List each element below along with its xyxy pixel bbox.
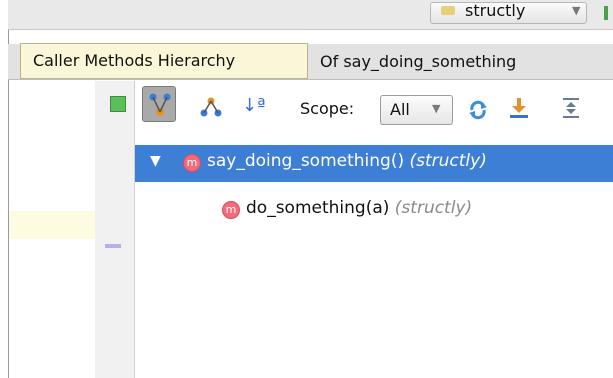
caller-hierarchy-icon <box>149 93 171 116</box>
caller-hierarchy-button[interactable] <box>142 86 176 122</box>
project-combo[interactable]: structly ▼ <box>430 1 587 24</box>
current-line-highlight <box>9 211 95 239</box>
tree-row-label[interactable]: do_something(a) (structly) <box>246 198 472 218</box>
chevron-down-icon: ▼ <box>572 4 581 17</box>
folder-icon <box>441 6 455 15</box>
expand-all-icon[interactable] <box>561 96 581 120</box>
method-context: (structly) <box>394 198 473 218</box>
sort-alphabetically-icon[interactable]: ↓ª <box>242 95 266 116</box>
method-name: do_something(a) <box>246 198 390 218</box>
method-icon: m <box>183 154 201 172</box>
change-marker <box>105 244 121 248</box>
scope-value: All <box>390 100 410 119</box>
method-name: say_doing_something() <box>207 151 405 171</box>
scope-label: Scope: <box>300 99 355 118</box>
method-context: (structly) <box>409 151 487 171</box>
hierarchy-title: Of say_doing_something <box>320 52 517 71</box>
project-combo-value: structly <box>465 1 526 20</box>
method-icon: m <box>222 201 240 219</box>
hierarchy-side-toolbar <box>95 81 135 378</box>
green-square-icon[interactable] <box>110 96 126 112</box>
sort-alphabetically-glyph: ↓ª <box>242 95 266 116</box>
tree-row-label: say_doing_something() (structly) <box>207 151 487 171</box>
scope-select[interactable]: All ▼ <box>380 95 453 125</box>
refresh-icon[interactable] <box>466 98 490 122</box>
chevron-down-icon: ▼ <box>432 102 441 115</box>
tooltip: Caller Methods Hierarchy <box>20 43 308 79</box>
expand-triangle-icon[interactable]: ▼ <box>150 153 161 169</box>
run-indicator <box>604 6 608 20</box>
callee-hierarchy-icon[interactable] <box>200 96 222 118</box>
export-icon[interactable] <box>508 96 530 120</box>
